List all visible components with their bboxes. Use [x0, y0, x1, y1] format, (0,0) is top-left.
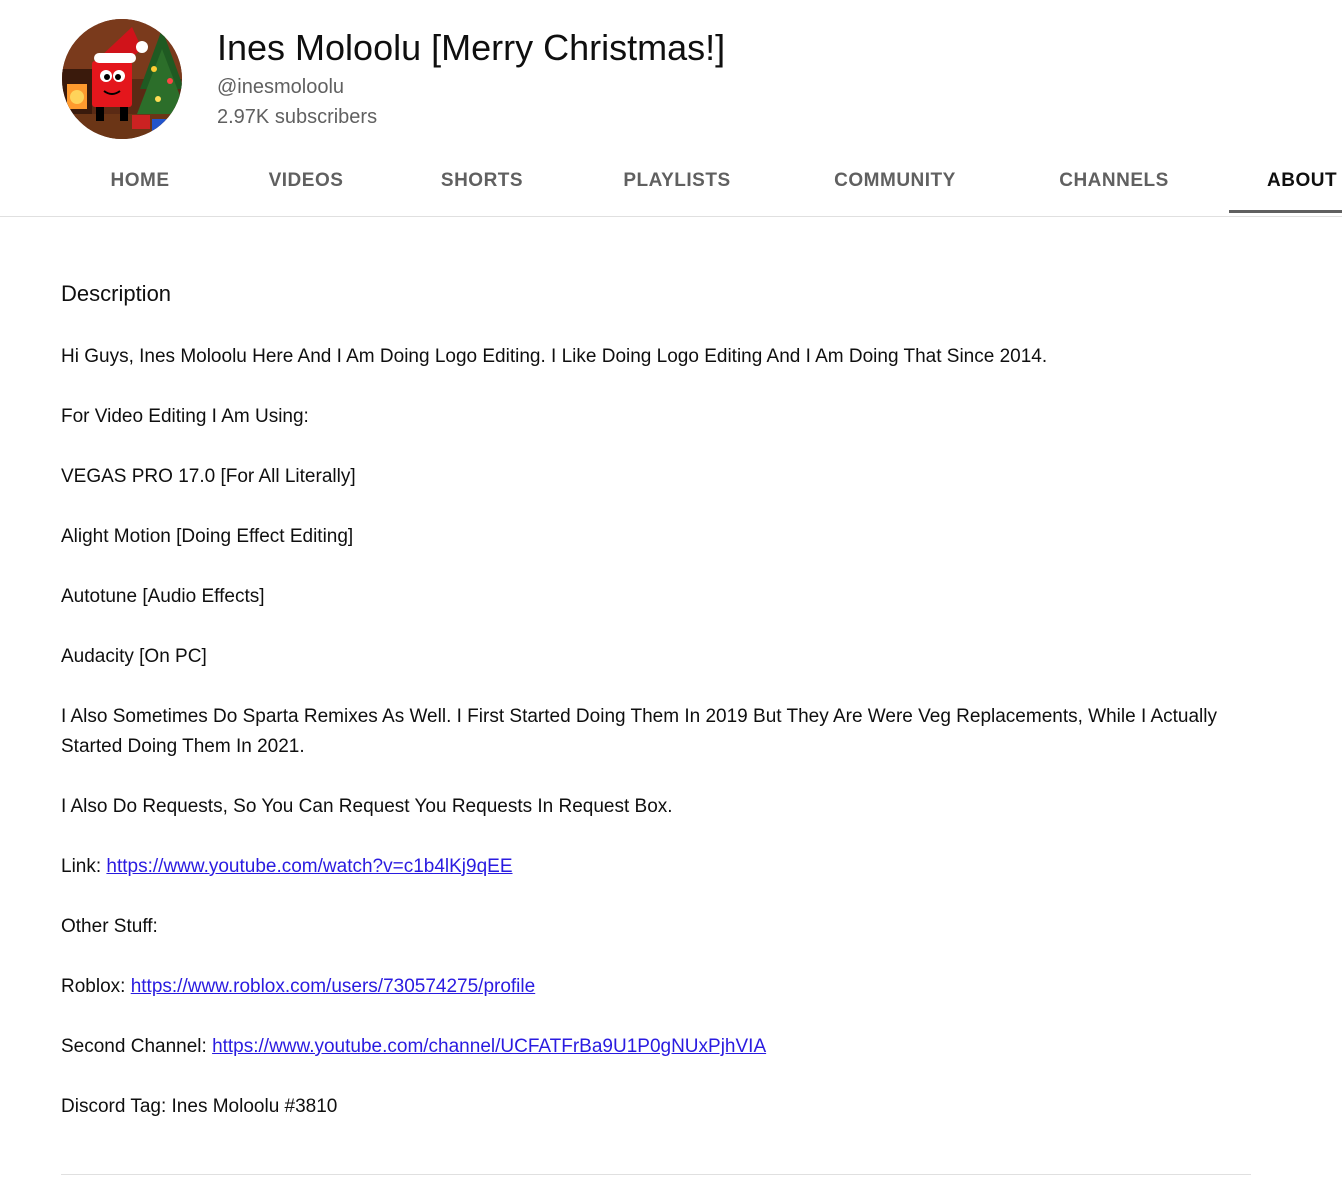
- about-section: Description Hi Guys, Ines Moloolu Here A…: [61, 276, 1251, 1152]
- tab-shorts[interactable]: SHORTS: [428, 150, 536, 214]
- description-paragraph: For Video Editing I Am Using:: [61, 406, 309, 427]
- tab-playlists[interactable]: PLAYLISTS: [606, 150, 748, 214]
- channel-header: Ines Moloolu [Merry Christmas!] @inesmol…: [0, 0, 1342, 160]
- second-channel-link[interactable]: https://www.youtube.com/channel/UCFATFrB…: [212, 1036, 766, 1057]
- request-link-label: Link:: [61, 856, 107, 877]
- description-paragraph: Audacity [On PC]: [61, 646, 207, 667]
- description-paragraph: I Also Do Requests, So You Can Request Y…: [61, 796, 673, 817]
- roblox-label: Roblox:: [61, 976, 131, 997]
- channel-about-page: Ines Moloolu [Merry Christmas!] @inesmol…: [0, 0, 1342, 1198]
- roblox-link[interactable]: https://www.roblox.com/users/730574275/p…: [131, 976, 536, 997]
- tab-home[interactable]: HOME: [96, 150, 184, 214]
- tab-videos[interactable]: VIDEOS: [254, 150, 358, 214]
- description-paragraph: I Also Sometimes Do Sparta Remixes As We…: [61, 706, 1217, 757]
- second-channel-line: Second Channel: https://www.youtube.com/…: [61, 1032, 1251, 1062]
- section-divider: [61, 1174, 1251, 1175]
- channel-avatar[interactable]: [62, 19, 182, 139]
- second-channel-label: Second Channel:: [61, 1036, 213, 1057]
- channel-tabs: HOME VIDEOS SHORTS PLAYLISTS COMMUNITY C…: [0, 150, 1342, 217]
- description-paragraph: Hi Guys, Ines Moloolu Here And I Am Doin…: [61, 346, 1048, 367]
- description-paragraph: VEGAS PRO 17.0 [For All Literally]: [61, 466, 356, 487]
- other-stuff-line: Other Stuff:: [61, 916, 158, 937]
- tab-about[interactable]: ABOUT: [1229, 150, 1342, 213]
- tab-community[interactable]: COMMUNITY: [815, 150, 975, 214]
- description-paragraph: Autotune [Audio Effects]: [61, 586, 265, 607]
- subscriber-count: 2.97K subscribers: [217, 106, 378, 128]
- request-link-line: Link: https://www.youtube.com/watch?v=c1…: [61, 852, 1251, 882]
- discord-tag-line: Discord Tag: Ines Moloolu #3810: [61, 1096, 338, 1117]
- channel-title: Ines Moloolu [Merry Christmas!]: [217, 27, 726, 68]
- avatar-image: [62, 19, 182, 139]
- description-heading: Description: [61, 281, 172, 306]
- request-link[interactable]: https://www.youtube.com/watch?v=c1b4lKj9…: [106, 856, 512, 877]
- description-paragraph: Alight Motion [Doing Effect Editing]: [61, 526, 354, 547]
- roblox-line: Roblox: https://www.roblox.com/users/730…: [61, 972, 1251, 1002]
- channel-handle: @inesmoloolu: [217, 76, 345, 98]
- tab-channels[interactable]: CHANNELS: [1044, 150, 1184, 214]
- channel-description: Hi Guys, Ines Moloolu Here And I Am Doin…: [61, 342, 1251, 1122]
